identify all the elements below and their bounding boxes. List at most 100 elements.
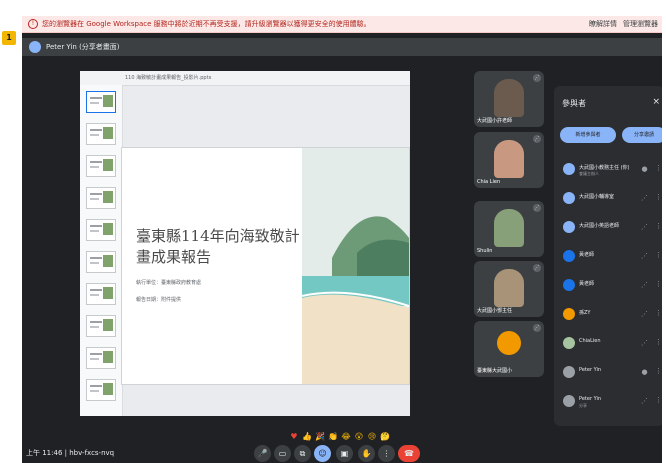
reaction-emoji[interactable]: ♥ — [288, 431, 300, 443]
participant-row[interactable]: 大武國小輔導室 ⋰ ⋮ — [554, 187, 662, 211]
slide-thumbnail[interactable] — [86, 379, 116, 401]
participant-video-tile[interactable]: Chia Lien ⋰ — [474, 132, 544, 188]
info-icon: ! — [28, 19, 38, 29]
meeting-code: hbv-fxcs-nvq — [69, 449, 115, 457]
cam-button[interactable]: ▭ — [274, 445, 291, 462]
time-text: 上午 11:46 — [26, 449, 63, 457]
participant-video-tile[interactable]: 大武國小許老師 ⋰ — [474, 71, 544, 127]
participant-row[interactable]: Peter Yin 分享 ⋰ ⋮ — [554, 390, 662, 414]
more-options-icon[interactable]: ⋮ — [655, 309, 662, 317]
avatar — [563, 308, 575, 320]
reaction-emoji[interactable]: 👏 — [327, 431, 339, 443]
bottom-control-bar: 上午 11:46 | hbv-fxcs-nvq 🎤 ▭ ⧉ ☺ ▣ ✋ ⋮ ☎ — [22, 444, 662, 463]
manage-browser-link[interactable]: 管理瀏覽器 — [623, 16, 658, 32]
panel-title: 參與者 — [562, 99, 586, 108]
slide-thumbnail[interactable] — [86, 251, 116, 273]
participant-row[interactable]: ChiaLien ⋰ ⋮ — [554, 332, 662, 356]
participant-row[interactable]: 黃老師 ⋰ ⋮ — [554, 245, 662, 269]
mic-muted-icon: ⋰ — [533, 74, 541, 82]
more-options-icon[interactable]: ⋮ — [655, 280, 662, 288]
participant-row[interactable]: 黃老師 ⋰ ⋮ — [554, 274, 662, 298]
mic-button[interactable]: 🎤 — [254, 445, 271, 462]
more-options-icon[interactable]: ⋮ — [655, 193, 662, 201]
meet-window: ! 您的瀏覽器在 Google Workspace 服務中將於近期不再受支援，請… — [22, 16, 662, 463]
participant-row[interactable]: Peter Yin ● ⋮ — [554, 361, 662, 385]
slide-thumbnail[interactable] — [86, 91, 116, 113]
mic-muted-icon: ⋰ — [533, 204, 541, 212]
participant-video-tile[interactable]: Shulin ⋰ — [474, 201, 544, 257]
more-options-icon[interactable]: ⋮ — [655, 222, 662, 230]
reaction-emoji[interactable]: 😢 — [366, 431, 378, 443]
participant-row[interactable]: 大武國小英語老師 ⋰ ⋮ — [554, 216, 662, 240]
participant-role: 分享 — [579, 403, 587, 408]
participant-row[interactable]: 孫ZY ⋰ ⋮ — [554, 303, 662, 327]
share-invite-button[interactable]: 分享邀請 — [622, 127, 662, 143]
reaction-bar: ♥👍🎉👏😂😮😢🤔👎 — [288, 424, 404, 460]
avatar — [563, 221, 575, 233]
reaction-emoji[interactable]: 😮 — [353, 431, 365, 443]
emoji-button[interactable]: ☺ — [314, 445, 331, 462]
participant-video-tile[interactable]: 大武國小鄧主任 ⋰ — [474, 261, 544, 317]
mic-icon[interactable]: ⋰ — [639, 309, 650, 320]
slide-filmstrip[interactable] — [80, 85, 123, 416]
presenter-label: Peter Yin (分享者畫面) — [46, 43, 120, 51]
slide-thumbnail[interactable] — [86, 283, 116, 305]
add-participant-button[interactable]: 新增參與者 — [560, 127, 616, 143]
slide-toolbar: 110 海致敏計畫成果報告_投影片.pptx — [80, 71, 410, 86]
slide-thumbnail[interactable] — [86, 123, 116, 145]
participant-row[interactable]: 大武國小教務主任 (你) 會議主辦人 ● ⋮ — [554, 158, 662, 182]
close-icon[interactable]: × — [652, 97, 660, 107]
side-app-badge[interactable]: 1 — [2, 31, 16, 45]
participant-video — [494, 140, 524, 178]
more-button[interactable]: ⋮ — [378, 445, 395, 462]
participant-name: 黃老師 — [579, 252, 595, 258]
avatar — [563, 395, 575, 407]
participant-name: 大武國小教務主任 (你) — [579, 165, 630, 171]
mic-icon[interactable]: ● — [639, 367, 650, 378]
slide-title: 臺東縣114年向海致敬計畫成果報告 — [136, 227, 300, 266]
slide-line-2: 報告日期：附件提供 — [136, 297, 182, 303]
participant-video — [494, 209, 524, 247]
more-options-icon[interactable]: ⋮ — [655, 396, 662, 404]
participant-video — [494, 79, 524, 117]
hand-button[interactable]: ✋ — [358, 445, 375, 462]
mic-icon[interactable]: ⋰ — [639, 338, 650, 349]
slide-thumbnail[interactable] — [86, 155, 116, 177]
reaction-emoji[interactable]: 🎉 — [314, 431, 326, 443]
more-options-icon[interactable]: ⋮ — [655, 164, 662, 172]
tile-name: Shulin — [477, 248, 493, 254]
more-options-icon[interactable]: ⋮ — [655, 251, 662, 259]
reaction-emoji[interactable]: 👍 — [301, 431, 313, 443]
participant-name: 黃老師 — [579, 281, 595, 287]
slide-thumbnail[interactable] — [86, 219, 116, 241]
avatar — [563, 163, 575, 175]
reaction-emoji[interactable]: 😂 — [340, 431, 352, 443]
avatar — [563, 192, 575, 204]
participant-video-tile[interactable]: 臺東縣大武國小 ⋰ — [474, 321, 544, 377]
presentation-slide: 臺東縣114年向海致敬計畫成果報告 執行單位：臺東縣政府教育處 報告日期：附件提… — [122, 148, 409, 384]
mic-icon[interactable]: ⋰ — [639, 280, 650, 291]
mic-icon[interactable]: ⋰ — [639, 251, 650, 262]
avatar — [563, 250, 575, 262]
slide-thumbnail[interactable] — [86, 315, 116, 337]
tile-name: Chia Lien — [477, 179, 501, 185]
browser-notice-bar: ! 您的瀏覽器在 Google Workspace 服務中將於近期不再受支援，請… — [22, 16, 662, 33]
reaction-emoji[interactable]: 🤔 — [379, 431, 391, 443]
end-button[interactable]: ☎ — [398, 445, 420, 462]
mic-icon[interactable]: ● — [639, 164, 650, 175]
file-name: 110 海致敏計畫成果報告_投影片.pptx — [125, 75, 212, 81]
participant-name: 孫ZY — [579, 310, 591, 316]
present-button[interactable]: ▣ — [336, 445, 353, 462]
mic-icon[interactable]: ⋰ — [639, 193, 650, 204]
participant-role: 會議主辦人 — [579, 171, 599, 176]
notice-text: 您的瀏覽器在 Google Workspace 服務中將於近期不再受支援，請升級… — [42, 20, 371, 28]
mic-icon[interactable]: ⋰ — [639, 396, 650, 407]
cc-button[interactable]: ⧉ — [294, 445, 311, 462]
mic-icon[interactable]: ⋰ — [639, 222, 650, 233]
learn-more-link[interactable]: 瞭解詳情 — [589, 16, 617, 32]
more-options-icon[interactable]: ⋮ — [655, 338, 662, 346]
slide-thumbnail[interactable] — [86, 187, 116, 209]
participant-name: Peter Yin — [579, 367, 602, 373]
more-options-icon[interactable]: ⋮ — [655, 367, 662, 375]
slide-thumbnail[interactable] — [86, 347, 116, 369]
